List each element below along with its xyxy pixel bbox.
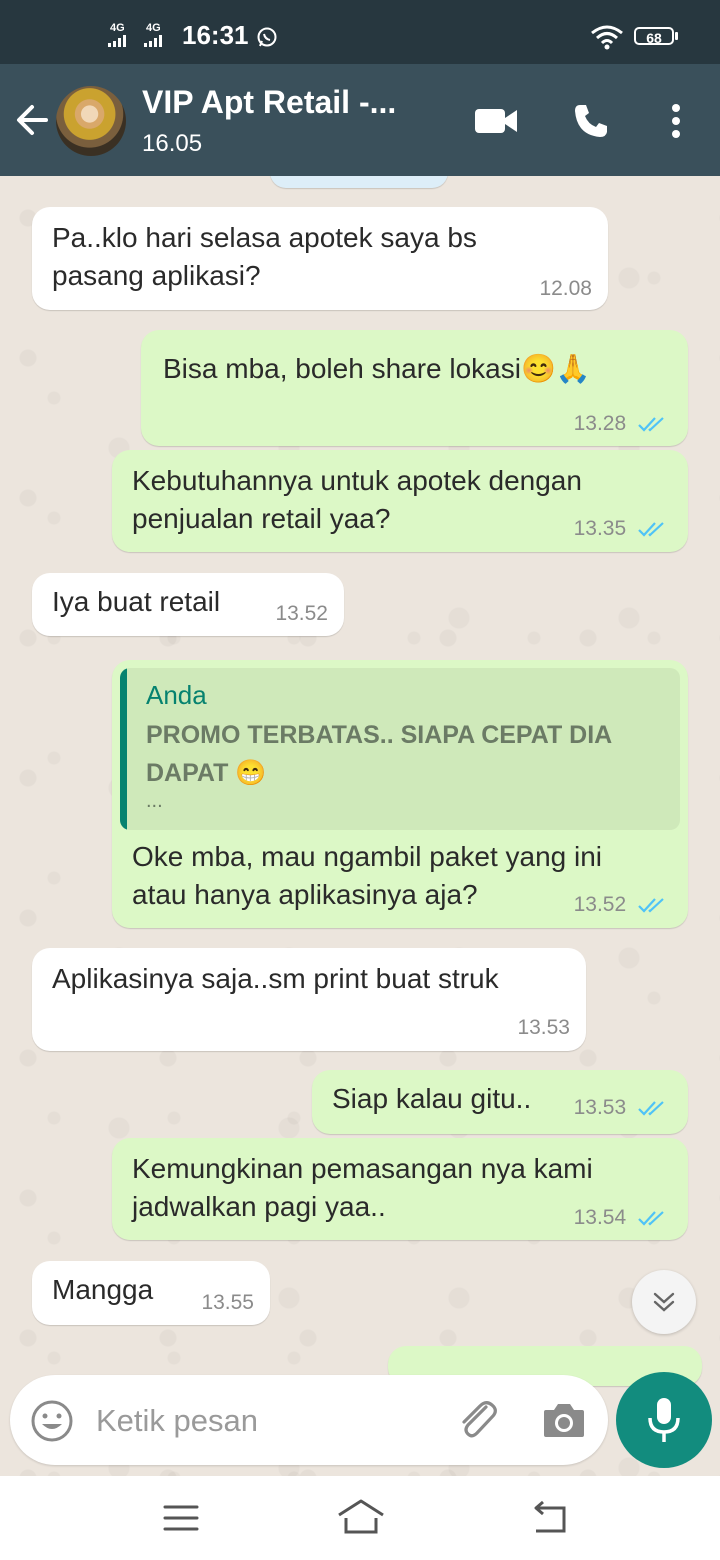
message-bubble-incoming[interactable]: Iya buat retail 13.52 bbox=[32, 573, 344, 636]
message-time: 12.08 bbox=[539, 277, 592, 300]
message-text: Siap kalau gitu.. bbox=[332, 1083, 532, 1114]
message-bubble-incoming[interactable]: Mangga 13.55 bbox=[32, 1261, 270, 1325]
back-arrow-icon[interactable] bbox=[14, 102, 50, 138]
battery-tip-icon bbox=[675, 32, 678, 40]
message-time: 13.53 bbox=[517, 1016, 570, 1039]
message-text-line: Oke mba, mau ngambil paket yang ini bbox=[132, 841, 603, 872]
message-meta: 13.54 bbox=[574, 1206, 670, 1230]
message-bubble-outgoing[interactable]: Anda PROMO TERBATAS.. SIAPA CEPAT DIA DA… bbox=[112, 660, 688, 928]
message-meta: 13.52 bbox=[574, 893, 670, 917]
message-text-line: Kemungkinan pemasangan nya kami bbox=[132, 1153, 593, 1184]
quote-ellipsis: ... bbox=[146, 790, 163, 812]
message-time: 13.55 bbox=[201, 1291, 254, 1314]
read-ticks-icon bbox=[638, 1211, 664, 1227]
emoji-icon[interactable] bbox=[30, 1399, 74, 1443]
message-text: Mangga bbox=[52, 1274, 154, 1305]
message-time: 13.53 bbox=[573, 1096, 627, 1119]
scroll-to-bottom-button[interactable] bbox=[632, 1270, 696, 1334]
system-navigation-bar bbox=[0, 1476, 720, 1560]
network-indicator-2: 4G bbox=[146, 22, 161, 34]
message-bubble-incoming[interactable]: Pa..klo hari selasa apotek saya bs pasan… bbox=[32, 207, 608, 310]
message-text-line: penjualan retail yaa? bbox=[132, 503, 391, 534]
date-chip-partial bbox=[270, 176, 448, 188]
chat-header[interactable]: VIP Apt Retail -... 16.05 bbox=[0, 64, 720, 176]
attachment-icon[interactable] bbox=[456, 1397, 500, 1443]
status-bar: 4G 4G 16:31 68 bbox=[0, 0, 720, 64]
signal-2-icon bbox=[144, 35, 162, 47]
read-ticks-icon bbox=[638, 417, 664, 433]
quote-author: Anda bbox=[146, 680, 207, 710]
quote-accent-bar bbox=[120, 668, 127, 830]
phone-icon[interactable] bbox=[572, 102, 610, 140]
message-composer[interactable]: Ketik pesan bbox=[10, 1375, 608, 1465]
microphone-icon bbox=[648, 1398, 680, 1442]
recent-apps-icon[interactable] bbox=[162, 1502, 200, 1534]
message-list[interactable]: Pa..klo hari selasa apotek saya bs pasan… bbox=[0, 176, 720, 1476]
message-bubble-outgoing[interactable]: Bisa mba, boleh share lokasi😊🙏 13.28 bbox=[141, 330, 688, 446]
message-meta: 13.35 bbox=[574, 517, 670, 541]
message-time: 13.28 bbox=[573, 412, 627, 435]
message-time: 13.52 bbox=[275, 602, 328, 625]
quoted-message[interactable]: Anda PROMO TERBATAS.. SIAPA CEPAT DIA DA… bbox=[120, 668, 680, 830]
message-text-line: pasang aplikasi? bbox=[52, 260, 261, 291]
message-text-line: atau hanya aplikasinya aja? bbox=[132, 879, 478, 910]
video-call-icon[interactable] bbox=[474, 106, 518, 136]
message-bubble-incoming[interactable]: Aplikasinya saja..sm print buat struk 13… bbox=[32, 948, 586, 1051]
more-options-icon[interactable] bbox=[666, 102, 686, 140]
clock: 16:31 bbox=[182, 20, 249, 50]
voice-message-button[interactable] bbox=[616, 1372, 712, 1468]
message-meta: 13.28 bbox=[574, 412, 670, 436]
home-icon[interactable] bbox=[336, 1498, 386, 1536]
read-ticks-icon bbox=[638, 522, 664, 538]
network-indicator-1: 4G bbox=[110, 22, 125, 34]
message-text: Iya buat retail bbox=[52, 586, 221, 617]
message-meta: 13.53 bbox=[574, 1096, 670, 1120]
read-ticks-icon bbox=[638, 1101, 664, 1117]
camera-icon[interactable] bbox=[542, 1401, 586, 1439]
message-input[interactable]: Ketik pesan bbox=[96, 1403, 258, 1439]
message-text: Aplikasinya saja..sm print buat struk bbox=[52, 963, 499, 994]
double-chevron-down-icon bbox=[653, 1292, 675, 1312]
battery-indicator: 68 bbox=[634, 27, 674, 46]
message-text-line: jadwalkan pagi yaa.. bbox=[132, 1191, 386, 1222]
message-text-line: Pa..klo hari selasa apotek saya bs bbox=[52, 222, 477, 253]
message-bubble-outgoing[interactable]: Kebutuhannya untuk apotek dengan penjual… bbox=[112, 450, 688, 552]
message-bubble-outgoing[interactable]: Siap kalau gitu.. 13.53 bbox=[312, 1070, 688, 1134]
message-time: 13.35 bbox=[573, 517, 627, 540]
wifi-icon bbox=[591, 25, 623, 50]
chat-subtitle: 16.05 bbox=[142, 130, 203, 157]
message-bubble-outgoing[interactable]: Kemungkinan pemasangan nya kami jadwalka… bbox=[112, 1138, 688, 1240]
message-time: 13.54 bbox=[573, 1206, 627, 1229]
whatsapp-notification-icon bbox=[257, 27, 277, 47]
contact-avatar[interactable] bbox=[56, 86, 126, 156]
quote-text-line: PROMO TERBATAS.. SIAPA CEPAT DIA bbox=[146, 721, 613, 749]
message-time: 13.52 bbox=[573, 893, 627, 916]
signal-1-icon bbox=[108, 35, 126, 47]
back-nav-icon[interactable] bbox=[530, 1500, 568, 1534]
quote-text: PROMO TERBATAS.. SIAPA CEPAT DIA DAPAT 😁 bbox=[146, 716, 666, 792]
message-text-line: Kebutuhannya untuk apotek dengan bbox=[132, 465, 582, 496]
quote-text-line: DAPAT 😁 bbox=[146, 759, 267, 787]
read-ticks-icon bbox=[638, 898, 664, 914]
message-text: Bisa mba, boleh share lokasi😊🙏 bbox=[163, 353, 591, 384]
chat-title[interactable]: VIP Apt Retail -... bbox=[142, 84, 396, 121]
